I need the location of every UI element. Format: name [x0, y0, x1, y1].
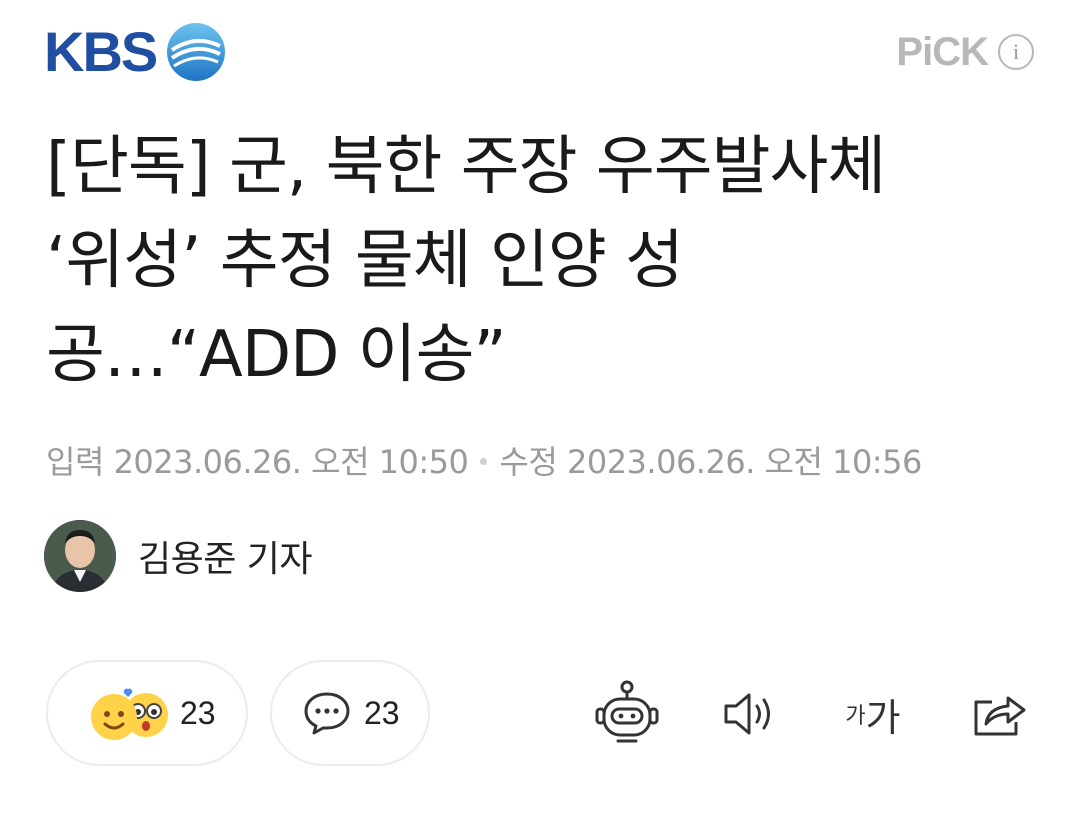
info-icon[interactable]: i — [998, 34, 1034, 70]
pick-badge[interactable]: PiCK i — [896, 30, 1034, 74]
author-info[interactable]: 김용준 기자 — [44, 520, 313, 592]
modified-date: 2023.06.26. 오전 10:56 — [566, 443, 922, 481]
speaker-icon — [724, 693, 770, 735]
avatar-portrait-icon — [44, 520, 116, 592]
reaction-emoji-icon — [80, 683, 180, 743]
headline-line-2: ‘위성’ 추정 물체 인양 성 — [46, 224, 684, 298]
comment-button[interactable]: 23 — [270, 660, 430, 766]
font-size-small-glyph: 가 — [845, 704, 866, 729]
summary-bot-button[interactable] — [594, 676, 660, 752]
kbs-logo-text: KBS — [44, 20, 158, 83]
tts-button[interactable] — [720, 676, 780, 752]
reaction-count: 23 — [180, 694, 216, 731]
modified-label: 수정 — [499, 443, 558, 481]
separator-dot — [480, 457, 488, 465]
author-name[interactable]: 김용준 기자 — [138, 530, 313, 582]
top-bar: KBS PiCK i — [0, 0, 1080, 110]
input-label: 입력 — [46, 443, 104, 481]
share-icon — [974, 696, 1026, 736]
font-size-button[interactable]: 가가 — [838, 676, 908, 752]
font-size-large-glyph: 가 — [865, 695, 901, 740]
robot-summary-icon — [595, 680, 659, 743]
comment-bubble-icon — [304, 692, 350, 735]
article-timestamps: 입력 2023.06.26. 오전 10:50 수정 2023.06.26. 오전… — [46, 440, 922, 484]
kbs-emblem-icon — [167, 23, 226, 81]
comment-count: 23 — [364, 694, 400, 731]
pick-label: PiCK — [896, 30, 989, 74]
reaction-button[interactable]: 23 — [46, 660, 248, 766]
author-avatar[interactable] — [44, 520, 116, 592]
headline-line-1: [단독] 군, 북한 주장 우주발사체 — [46, 130, 886, 204]
input-date: 2023.06.26. 오전 10:50 — [113, 443, 469, 481]
article-headline: [단독] 군, 북한 주장 우주발사체 ‘위성’ 추정 물체 인양 성 공…“A… — [46, 120, 1041, 402]
kbs-logo[interactable]: KBS — [44, 20, 228, 84]
headline-line-3: 공…“ADD 이송” — [46, 318, 507, 392]
share-button[interactable] — [970, 676, 1028, 752]
